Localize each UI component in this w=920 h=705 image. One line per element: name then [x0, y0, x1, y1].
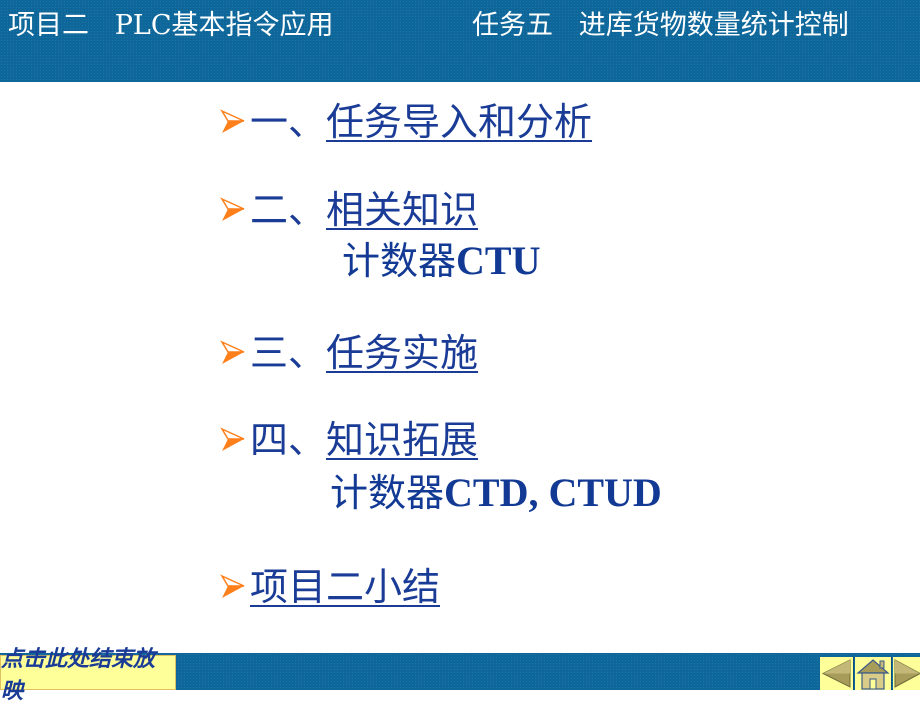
link-project-summary[interactable]: 项目二小结: [250, 564, 440, 610]
sub-item-en: CTU: [456, 238, 541, 283]
next-slide-button[interactable]: [893, 657, 920, 690]
menu-item-4: 四、 知识拓展: [220, 417, 478, 463]
link-task-intro[interactable]: 任务导入和分析: [326, 99, 592, 145]
header-bar: 项目二 PLC基本指令应用 任务五 进库货物数量统计控制: [0, 0, 920, 82]
link-task-implementation[interactable]: 任务实施: [326, 330, 478, 376]
menu-item-2: 二、 相关知识: [220, 187, 478, 233]
task-title: 任务五 进库货物数量统计控制: [472, 10, 849, 41]
menu-number: 三、: [250, 331, 327, 375]
menu-number: 四、: [250, 418, 327, 462]
menu-number: 一、: [250, 100, 327, 144]
arrow-bullet-icon: [220, 197, 245, 221]
menu-item-5: 项目二小结: [220, 564, 440, 610]
arrow-bullet-icon: [220, 427, 245, 451]
end-slideshow-button[interactable]: 点击此处结束放映: [0, 647, 176, 704]
link-related-knowledge[interactable]: 相关知识: [326, 187, 478, 233]
link-knowledge-extension[interactable]: 知识拓展: [326, 417, 478, 463]
menu-item-3: 三、 任务实施: [220, 330, 478, 376]
home-button[interactable]: [855, 657, 892, 690]
arrow-bullet-icon: [220, 574, 245, 598]
triangle-left-icon: [821, 659, 851, 688]
sub-item-en: CTD, CTUD: [444, 470, 662, 515]
sub-item-ctd-ctud: 计数器CTD, CTUD: [330, 470, 662, 516]
arrow-bullet-icon: [220, 109, 245, 133]
previous-slide-button[interactable]: [820, 657, 854, 690]
sub-item-cn: 计数器: [330, 471, 445, 515]
sub-item-ctu: 计数器CTU: [342, 238, 540, 284]
sub-item-cn: 计数器: [342, 239, 457, 283]
triangle-right-icon: [894, 659, 920, 688]
menu-number: 二、: [250, 188, 327, 232]
menu-item-1: 一、 任务导入和分析: [220, 99, 592, 145]
project-title: 项目二 PLC基本指令应用: [8, 10, 334, 41]
arrow-bullet-icon: [220, 340, 245, 364]
home-icon: [856, 659, 890, 690]
